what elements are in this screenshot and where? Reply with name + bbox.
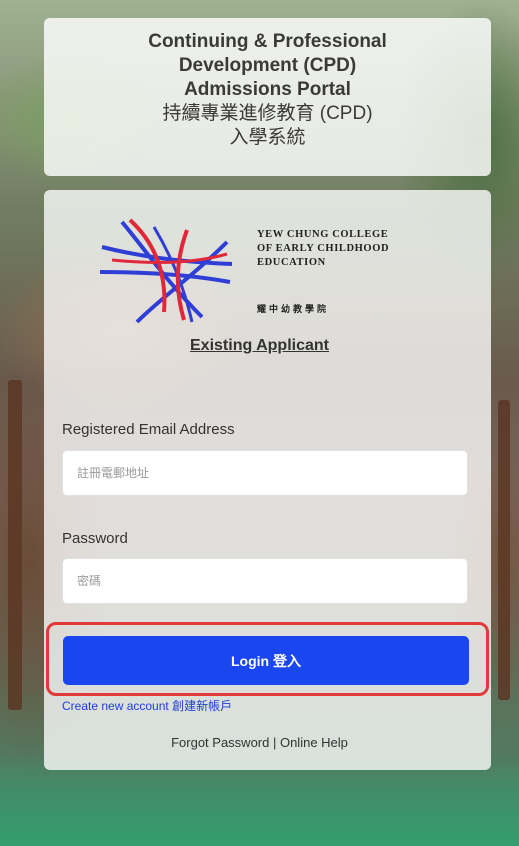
portal-title-en-line3: Admissions Portal: [184, 79, 351, 100]
portal-title-en-line2: Development (CPD): [178, 55, 357, 76]
background-post: [498, 400, 510, 700]
existing-applicant-heading[interactable]: Existing Applicant: [0, 337, 519, 355]
college-name-line2: OF EARLY CHILDHOOD: [257, 243, 390, 254]
college-name-en: YEW CHUNG COLLEGE OF EARLY CHILDHOOD EDU…: [257, 228, 389, 270]
college-name-line3: EDUCATION: [257, 257, 326, 268]
create-account-link[interactable]: Create new account 創建新帳戶: [62, 697, 232, 714]
email-field[interactable]: [62, 450, 468, 496]
online-help-link[interactable]: Online Help: [280, 735, 348, 750]
college-logo-mark-icon: [99, 218, 233, 324]
forgot-password-link[interactable]: Forgot Password: [171, 735, 269, 750]
footer-links: Forgot Password | Online Help: [0, 735, 519, 750]
college-name-zh: 耀中幼教學院: [257, 304, 330, 314]
portal-title-zh-line2: 入學系統: [229, 127, 306, 148]
background-post: [8, 380, 22, 710]
login-button[interactable]: Login 登入: [63, 636, 469, 685]
portal-title-zh-line1: 持續專業進修教育 (CPD): [162, 103, 373, 124]
college-logo: YEW CHUNG COLLEGE OF EARLY CHILDHOOD EDU…: [92, 202, 452, 332]
password-label: Password: [62, 530, 128, 547]
footer-separator: |: [269, 735, 280, 750]
college-name-line1: YEW CHUNG COLLEGE: [257, 229, 389, 240]
portal-title-card: Continuing & Professional Development (C…: [44, 18, 491, 176]
email-label: Registered Email Address: [62, 421, 235, 438]
portal-title-en-line1: Continuing & Professional: [148, 31, 387, 52]
password-field[interactable]: [62, 558, 468, 604]
